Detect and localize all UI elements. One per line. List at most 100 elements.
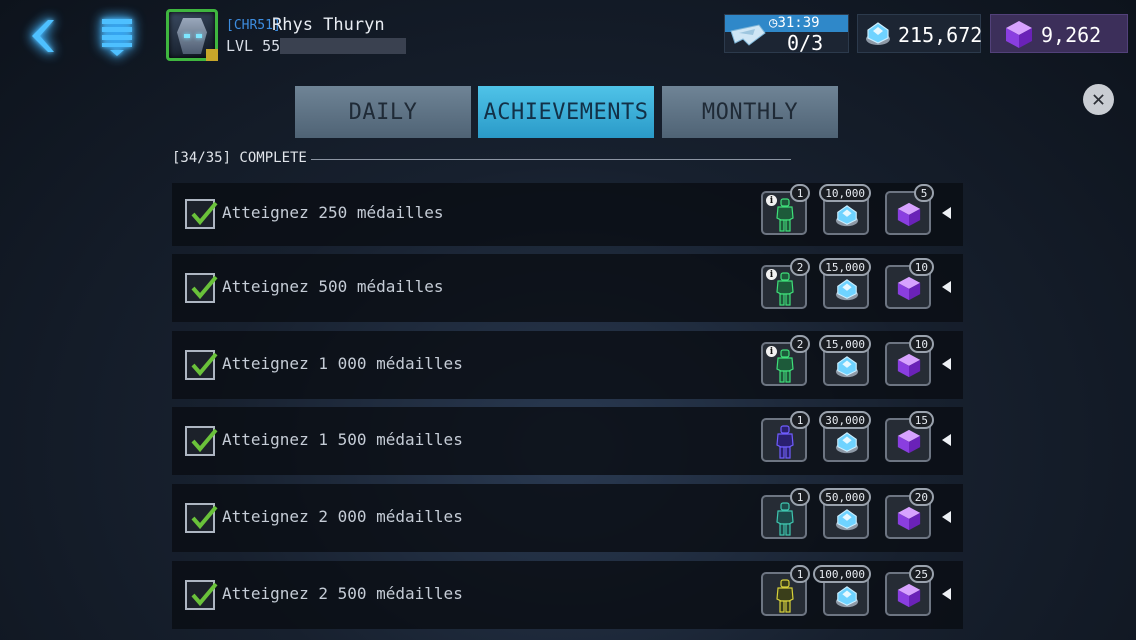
bot-icon [776, 198, 794, 232]
expand-arrow-icon[interactable] [942, 588, 951, 600]
player-name: Rhys Thuryn [272, 15, 385, 35]
credits-quantity-badge: 15,000 [819, 258, 871, 276]
tab-daily[interactable]: DAILY [295, 86, 471, 138]
checkmark-icon [191, 582, 218, 607]
gem-cube-icon [897, 429, 921, 454]
gems-quantity-badge: 25 [908, 565, 934, 583]
credits-quantity-badge: 30,000 [819, 411, 871, 429]
achievement-label: Atteignez 500 médailles [222, 277, 444, 296]
energy-timer: ◷31:39 [769, 15, 820, 31]
tab-monthly[interactable]: MONTHLY [662, 86, 838, 138]
expand-arrow-icon[interactable] [942, 207, 951, 219]
gem-cube-icon [897, 583, 921, 608]
bot-icon [776, 579, 794, 613]
checkmark-icon [191, 428, 218, 453]
close-button[interactable]: ✕ [1083, 84, 1114, 115]
progress-label: [34/35] COMPLETE [172, 150, 307, 166]
avatar-robot-face [177, 18, 207, 54]
chevron-left-icon [32, 20, 54, 52]
back-button[interactable] [22, 14, 62, 58]
gems-quantity-badge: 5 [914, 184, 934, 202]
completed-checkbox [185, 503, 218, 533]
reward-credits[interactable]: 30,000 [819, 411, 871, 462]
achievement-row: Atteignez 2 500 médailles 1 100,000 25 [172, 561, 963, 629]
credits-icon [835, 279, 859, 301]
menu-button[interactable] [98, 14, 138, 58]
credits-counter[interactable]: 215,672 [857, 14, 982, 53]
reward-bot[interactable]: 1 [761, 411, 810, 462]
bot-icon [776, 349, 794, 383]
player-level: LVL 55 [226, 37, 281, 55]
bot-quantity-badge: 2 [790, 258, 810, 276]
credits-icon [866, 22, 890, 45]
reward-gems[interactable]: 25 [885, 565, 934, 616]
gems-counter[interactable]: 9,262 [990, 14, 1128, 53]
expand-arrow-icon[interactable] [942, 281, 951, 293]
reward-credits[interactable]: 15,000 [819, 335, 871, 386]
achievement-label: Atteignez 2 000 médailles [222, 507, 463, 526]
credits-icon [835, 205, 859, 227]
credits-icon [835, 432, 859, 454]
gems-value: 9,262 [1041, 23, 1102, 47]
gem-cube-icon [897, 353, 921, 378]
bot-quantity-badge: 2 [790, 335, 810, 353]
bot-quantity-badge: 1 [790, 565, 810, 583]
credits-icon [835, 509, 859, 531]
achievement-row: Atteignez 500 médailles i 2 15,000 10 [172, 254, 963, 322]
gems-quantity-badge: 20 [908, 488, 934, 506]
reward-bot[interactable]: 1 [761, 488, 810, 539]
reward-bot[interactable]: i 2 [761, 258, 810, 309]
credits-icon [835, 356, 859, 378]
checkmark-icon [191, 505, 218, 530]
achievement-row: Atteignez 1 000 médailles i 2 15,000 10 [172, 331, 963, 399]
divider [311, 159, 791, 160]
achievement-label: Atteignez 1 000 médailles [222, 354, 463, 373]
achievement-row: Atteignez 1 500 médailles 1 30,000 15 [172, 407, 963, 475]
completed-checkbox [185, 350, 218, 380]
energy-counter[interactable]: ◷31:39 0/3 [724, 14, 849, 55]
gem-cube-icon [897, 276, 921, 301]
energy-icon [730, 24, 766, 46]
achievement-row: Atteignez 2 000 médailles 1 50,000 20 [172, 484, 963, 552]
expand-arrow-icon[interactable] [942, 434, 951, 446]
bot-quantity-badge: 1 [790, 411, 810, 429]
achievement-label: Atteignez 250 médailles [222, 203, 444, 222]
reward-gems[interactable]: 20 [885, 488, 934, 539]
checkmark-icon [191, 352, 218, 377]
avatar[interactable] [166, 9, 218, 61]
reward-credits[interactable]: 10,000 [819, 184, 871, 235]
checkmark-icon [191, 275, 218, 300]
reward-credits[interactable]: 100,000 [812, 565, 871, 616]
expand-arrow-icon[interactable] [942, 511, 951, 523]
reward-bot[interactable]: i 2 [761, 335, 810, 386]
credits-quantity-badge: 100,000 [812, 565, 871, 583]
expand-arrow-icon[interactable] [942, 358, 951, 370]
bot-quantity-badge: 1 [790, 488, 810, 506]
tab-achievements[interactable]: ACHIEVEMENTS [478, 86, 654, 138]
reward-credits[interactable]: 15,000 [819, 258, 871, 309]
bot-icon [776, 272, 794, 306]
reward-gems[interactable]: 5 [885, 184, 934, 235]
reward-gems[interactable]: 10 [885, 258, 934, 309]
bot-icon [776, 502, 794, 536]
gem-cube-icon [897, 202, 921, 227]
reward-credits[interactable]: 50,000 [819, 488, 871, 539]
bot-icon [776, 425, 794, 459]
gems-quantity-badge: 10 [908, 258, 934, 276]
gems-quantity-badge: 15 [908, 411, 934, 429]
credits-quantity-badge: 15,000 [819, 335, 871, 353]
reward-gems[interactable]: 15 [885, 411, 934, 462]
gems-quantity-badge: 10 [908, 335, 934, 353]
bot-quantity-badge: 1 [790, 184, 810, 202]
credits-quantity-badge: 50,000 [819, 488, 871, 506]
credits-icon [835, 586, 859, 608]
completed-checkbox [185, 426, 218, 456]
reward-bot[interactable]: i 1 [761, 184, 810, 235]
achievement-row: Atteignez 250 médailles i 1 10,000 5 [172, 183, 963, 246]
achievement-label: Atteignez 2 500 médailles [222, 584, 463, 603]
checkmark-icon [191, 201, 218, 226]
reward-bot[interactable]: 1 [761, 565, 810, 616]
completed-checkbox [185, 199, 218, 229]
reward-gems[interactable]: 10 [885, 335, 934, 386]
gem-cube-icon [897, 506, 921, 531]
